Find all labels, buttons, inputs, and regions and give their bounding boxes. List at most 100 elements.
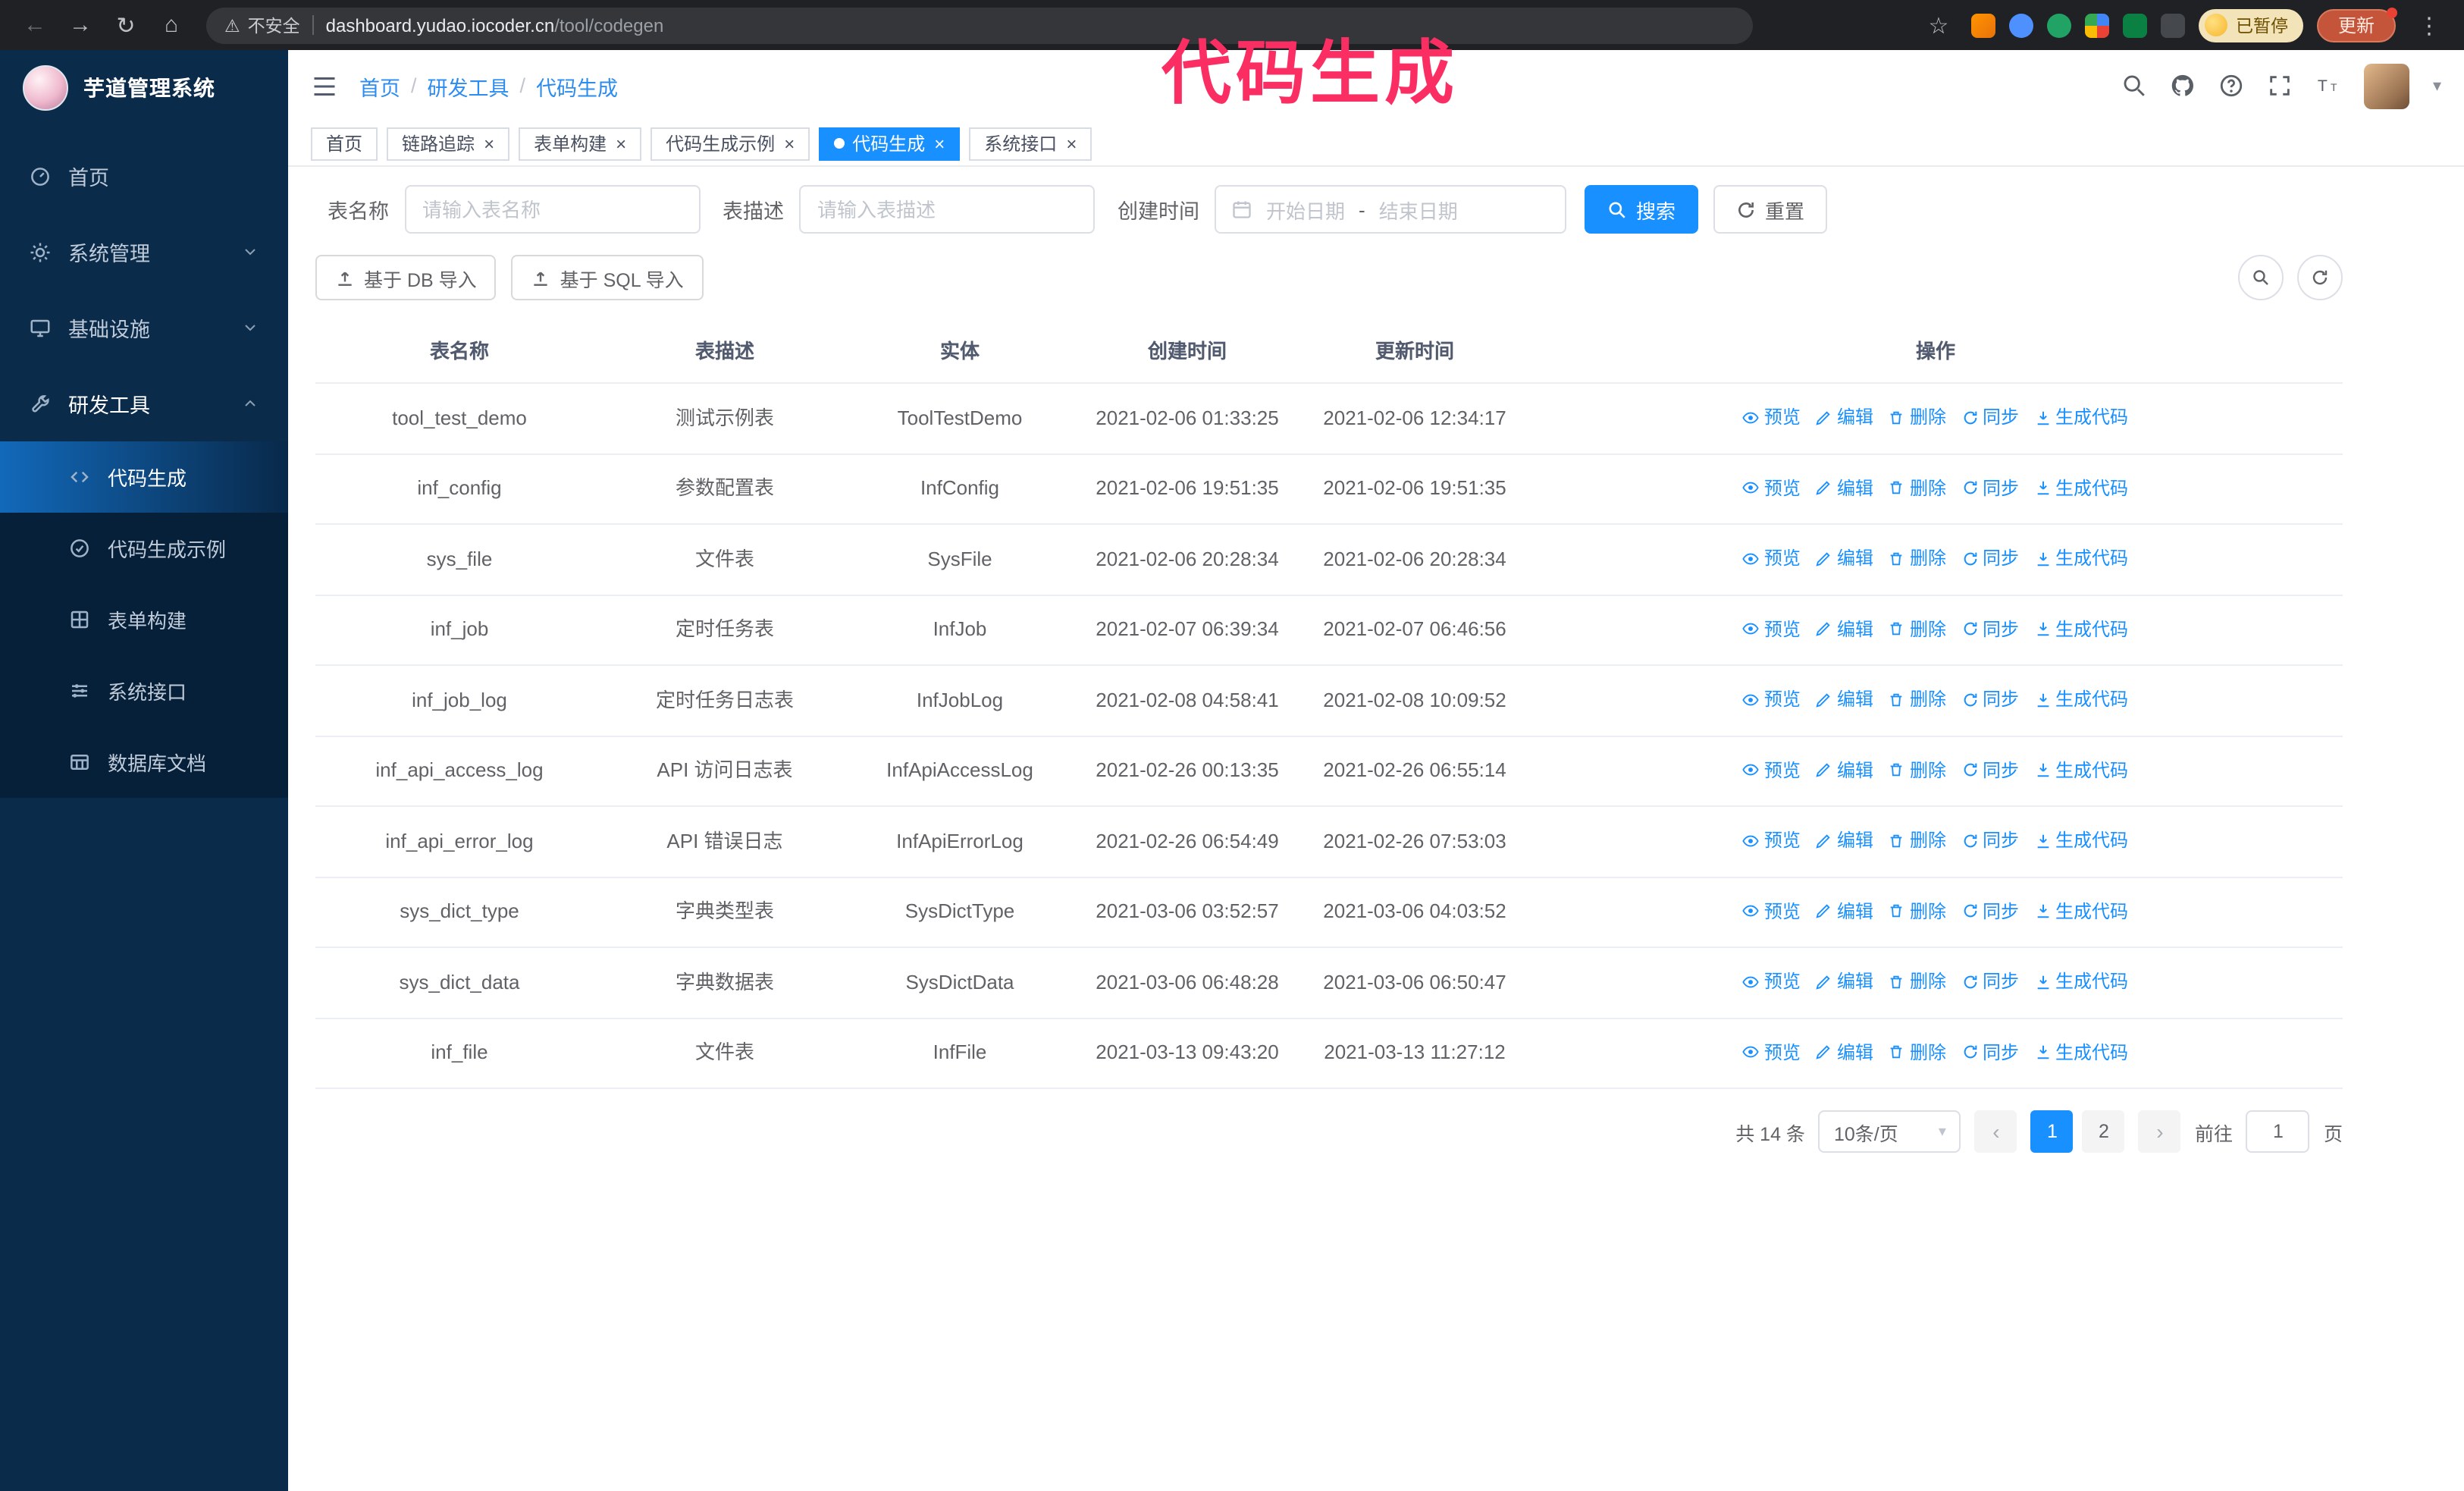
edit-link[interactable]: 编辑 <box>1816 402 1873 432</box>
generate-code-link[interactable]: 生成代码 <box>2034 684 2128 714</box>
breadcrumb-home[interactable]: 首页 <box>359 71 400 101</box>
generate-code-link[interactable]: 生成代码 <box>2034 755 2128 785</box>
sync-link[interactable]: 同步 <box>1961 402 2019 432</box>
extension-icon[interactable] <box>2009 13 2034 37</box>
tab-链路追踪[interactable]: 链路追踪 × <box>387 127 510 160</box>
preview-link[interactable]: 预览 <box>1743 543 1801 573</box>
table-name-input[interactable] <box>404 185 700 234</box>
reset-button[interactable]: 重置 <box>1713 185 1828 234</box>
toggle-search-button[interactable] <box>2238 255 2284 300</box>
goto-page-input[interactable] <box>2246 1110 2310 1153</box>
generate-code-link[interactable]: 生成代码 <box>2034 543 2128 573</box>
extension-icon[interactable] <box>2123 13 2148 37</box>
generate-code-link[interactable]: 生成代码 <box>2034 1037 2128 1067</box>
address-bar[interactable]: ⚠ 不安全 dashboard.yudao.iocoder.cn/tool/co… <box>206 7 1753 43</box>
user-avatar[interactable] <box>2364 63 2410 108</box>
delete-link[interactable]: 删除 <box>1889 614 1946 644</box>
edit-link[interactable]: 编辑 <box>1816 1037 1873 1067</box>
preview-link[interactable]: 预览 <box>1743 755 1801 785</box>
tab-close-icon[interactable]: × <box>616 134 626 152</box>
next-page-button[interactable]: › <box>2138 1110 2181 1153</box>
app-logo[interactable]: 芋道管理系统 <box>0 50 288 126</box>
delete-link[interactable]: 删除 <box>1889 966 1946 997</box>
tab-close-icon[interactable]: × <box>934 134 945 152</box>
forward-icon[interactable]: → <box>61 5 100 45</box>
tab-系统接口[interactable]: 系统接口 × <box>969 127 1092 160</box>
generate-code-link[interactable]: 生成代码 <box>2034 896 2128 926</box>
sidebar-item-infra[interactable]: 基础设施 <box>0 290 288 366</box>
delete-link[interactable]: 删除 <box>1889 472 1946 503</box>
prev-page-button[interactable]: ‹ <box>1974 1110 2017 1153</box>
edit-link[interactable]: 编辑 <box>1816 825 1873 855</box>
preview-link[interactable]: 预览 <box>1743 614 1801 644</box>
page-size-select[interactable]: 10条/页 ▾ <box>1818 1110 1961 1153</box>
tab-close-icon[interactable]: × <box>484 134 494 152</box>
menu-fold-icon[interactable] <box>311 72 338 99</box>
extension-icon[interactable] <box>2085 13 2110 37</box>
back-icon[interactable]: ← <box>15 5 55 45</box>
search-button[interactable]: 搜索 <box>1585 185 1699 234</box>
delete-link[interactable]: 删除 <box>1889 825 1946 855</box>
sync-link[interactable]: 同步 <box>1961 543 2019 573</box>
delete-link[interactable]: 删除 <box>1889 684 1946 714</box>
page-button-2[interactable]: 2 <box>2082 1110 2125 1153</box>
delete-link[interactable]: 删除 <box>1889 543 1946 573</box>
font-size-icon[interactable]: TT <box>2316 73 2342 99</box>
sidebar-item-system[interactable]: 系统管理 <box>0 214 288 290</box>
fullscreen-icon[interactable] <box>2268 73 2293 99</box>
table-desc-input[interactable] <box>799 185 1095 234</box>
tab-close-icon[interactable]: × <box>784 134 795 152</box>
tab-代码生成[interactable]: 代码生成 × <box>819 127 961 160</box>
sync-link[interactable]: 同步 <box>1961 684 2019 714</box>
sidebar-item-codegen[interactable]: 代码生成 <box>0 441 288 513</box>
extension-icon[interactable] <box>1971 13 1996 37</box>
page-button-1[interactable]: 1 <box>2030 1110 2074 1153</box>
reload-icon[interactable]: ↻ <box>106 5 146 45</box>
delete-link[interactable]: 删除 <box>1889 1037 1946 1067</box>
browser-update-button[interactable]: 更新 <box>2316 7 2397 42</box>
delete-link[interactable]: 删除 <box>1889 402 1946 432</box>
tab-close-icon[interactable]: × <box>1066 134 1077 152</box>
preview-link[interactable]: 预览 <box>1743 402 1801 432</box>
sync-link[interactable]: 同步 <box>1961 1037 2019 1067</box>
sync-link[interactable]: 同步 <box>1961 966 2019 997</box>
edit-link[interactable]: 编辑 <box>1816 614 1873 644</box>
kebab-menu-icon[interactable]: ⋮ <box>2409 5 2449 45</box>
sync-link[interactable]: 同步 <box>1961 896 2019 926</box>
sidebar-item-form-builder[interactable]: 表单构建 <box>0 584 288 655</box>
bookmark-star-icon[interactable]: ☆ <box>1919 5 1958 45</box>
sidebar-item-home[interactable]: 首页 <box>0 138 288 214</box>
breadcrumb-codegen[interactable]: 代码生成 <box>536 71 618 101</box>
edit-link[interactable]: 编辑 <box>1816 472 1873 503</box>
puzzle-extensions-icon[interactable] <box>2161 13 2186 37</box>
edit-link[interactable]: 编辑 <box>1816 755 1873 785</box>
sidebar-item-db-doc[interactable]: 数据库文档 <box>0 727 288 798</box>
preview-link[interactable]: 预览 <box>1743 825 1801 855</box>
tab-首页[interactable]: 首页 <box>311 127 378 160</box>
search-icon[interactable] <box>2122 73 2148 99</box>
delete-link[interactable]: 删除 <box>1889 896 1946 926</box>
preview-link[interactable]: 预览 <box>1743 1037 1801 1067</box>
sidebar-item-dev-tools[interactable]: 研发工具 <box>0 366 288 441</box>
generate-code-link[interactable]: 生成代码 <box>2034 966 2128 997</box>
sync-link[interactable]: 同步 <box>1961 472 2019 503</box>
edit-link[interactable]: 编辑 <box>1816 684 1873 714</box>
generate-code-link[interactable]: 生成代码 <box>2034 825 2128 855</box>
sync-link[interactable]: 同步 <box>1961 614 2019 644</box>
tab-代码生成示例[interactable]: 代码生成示例 × <box>650 127 810 160</box>
not-secure-warning[interactable]: ⚠ 不安全 <box>224 13 300 37</box>
avatar-caret-icon[interactable]: ▾ <box>2433 76 2441 96</box>
preview-link[interactable]: 预览 <box>1743 966 1801 997</box>
help-icon[interactable] <box>2219 73 2245 99</box>
date-range-picker[interactable]: 开始日期 - 结束日期 <box>1215 185 1566 234</box>
import-db-button[interactable]: 基于 DB 导入 <box>315 255 497 300</box>
edit-link[interactable]: 编辑 <box>1816 966 1873 997</box>
home-icon[interactable]: ⌂ <box>152 5 191 45</box>
refresh-table-button[interactable] <box>2297 255 2343 300</box>
preview-link[interactable]: 预览 <box>1743 472 1801 503</box>
edit-link[interactable]: 编辑 <box>1816 543 1873 573</box>
edit-link[interactable]: 编辑 <box>1816 896 1873 926</box>
extension-icon[interactable] <box>2047 13 2072 37</box>
sync-link[interactable]: 同步 <box>1961 755 2019 785</box>
breadcrumb-dev-tools[interactable]: 研发工具 <box>428 71 509 101</box>
